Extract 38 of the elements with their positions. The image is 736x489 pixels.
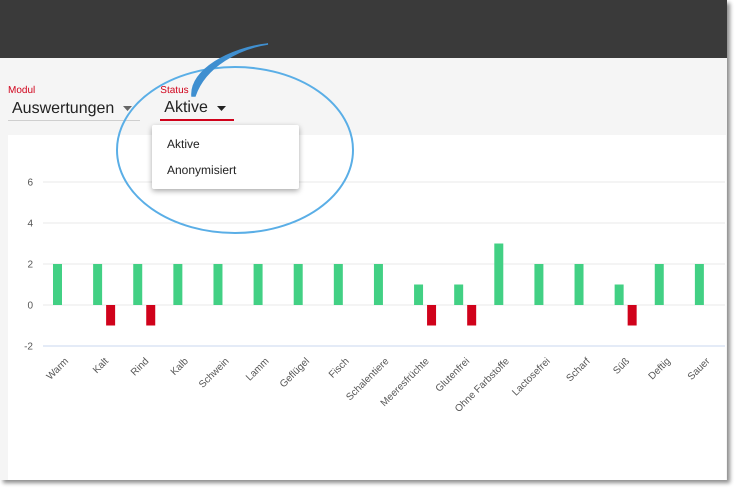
bar	[494, 244, 504, 305]
axis-category-label: Kalt	[91, 356, 112, 377]
bar	[534, 264, 544, 305]
axis-tick-label: 2	[27, 260, 33, 270]
bar	[427, 305, 436, 326]
bar	[614, 284, 624, 305]
bar	[414, 284, 424, 305]
bar	[254, 264, 263, 305]
bar	[628, 305, 637, 326]
menu-item[interactable]: Anonymisiert	[152, 157, 299, 183]
field-label: Status	[160, 85, 190, 97]
bar	[173, 264, 182, 305]
select-field[interactable]: Auswertungen	[8, 97, 140, 121]
bar	[454, 284, 464, 305]
caret-icon	[216, 106, 226, 110]
bar	[213, 264, 222, 305]
select-field[interactable]: Aktive	[160, 97, 234, 121]
bar	[53, 264, 62, 305]
axis-category-label: Kalb	[169, 356, 192, 379]
bar	[146, 305, 156, 326]
bar	[294, 264, 303, 305]
bar	[467, 305, 476, 326]
caret-icon	[123, 106, 132, 111]
bar	[374, 264, 383, 305]
bar	[654, 264, 664, 305]
bar	[133, 264, 142, 305]
bar	[93, 264, 102, 305]
field-label: Modul	[8, 85, 36, 97]
axis-category-label: Süß	[612, 356, 634, 378]
menu-item[interactable]: Aktive	[152, 131, 299, 157]
axis-tick-label: 6	[27, 178, 33, 188]
bar	[334, 264, 343, 305]
axis-tick-label: 0	[27, 300, 33, 312]
axis-tick-label: 4	[27, 218, 33, 230]
bar	[574, 264, 584, 305]
axis-tick-label: -2	[24, 342, 33, 352]
bar	[694, 264, 704, 305]
bar	[106, 305, 116, 326]
